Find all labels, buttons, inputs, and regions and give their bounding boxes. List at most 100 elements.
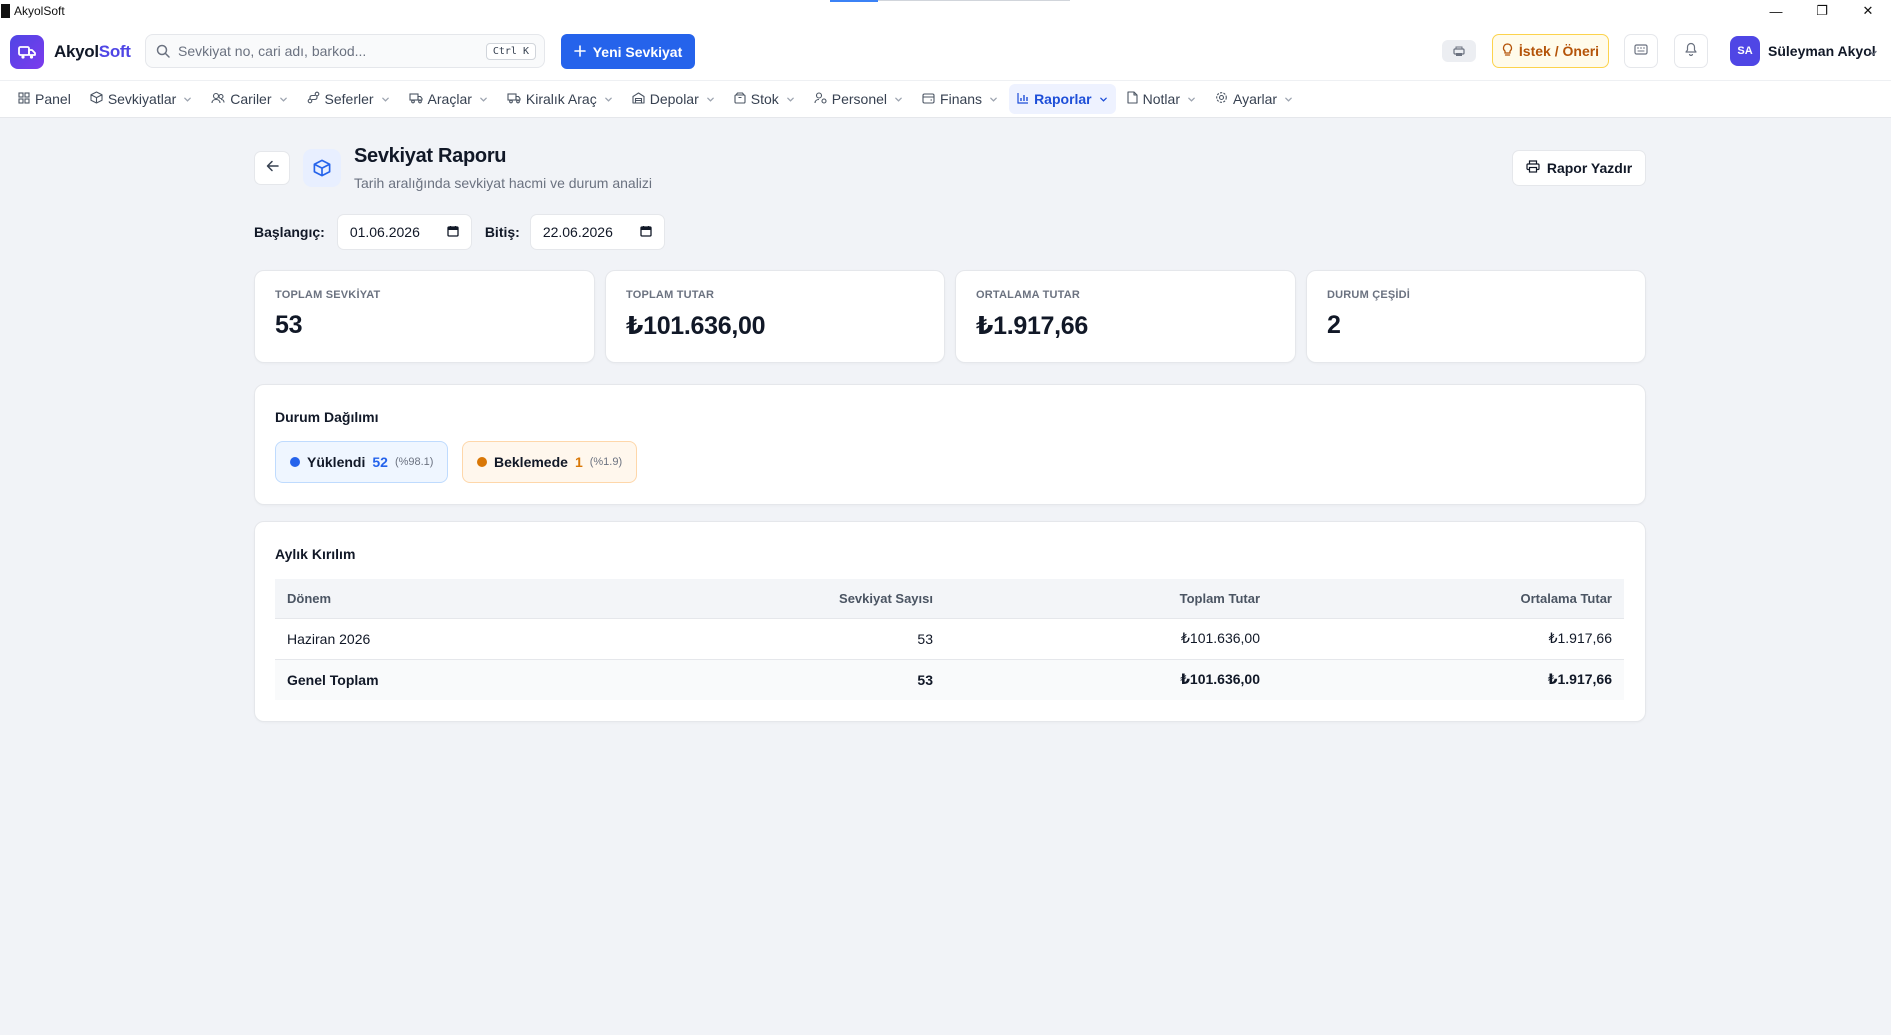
search-box[interactable]: Sevkiyat no, cari adı, barkod... Ctrl K (145, 34, 545, 68)
box-icon (734, 91, 746, 107)
search-shortcut-badge: Ctrl K (485, 42, 536, 60)
printer-status-chip[interactable] (1442, 40, 1476, 62)
status-dot (477, 457, 487, 467)
chevron-down-icon (989, 91, 998, 107)
file-icon (1127, 91, 1138, 107)
new-shipment-label: Yeni Sevkiyat (592, 43, 683, 60)
nav-item-seferler[interactable]: Seferler (299, 84, 398, 114)
section-title: Aylık Kırılım (275, 546, 356, 562)
chevron-down-icon (706, 91, 715, 107)
chevron-down-icon (786, 91, 795, 107)
chevron-down-icon (1187, 91, 1196, 107)
nav-label: Stok (750, 91, 779, 107)
truck-icon (408, 91, 423, 107)
search-input[interactable]: Sevkiyat no, cari adı, barkod... (178, 43, 486, 59)
table-cell: 53 (615, 659, 945, 700)
end-date-input[interactable]: 22.06.2026 (529, 214, 665, 250)
status-pill-pending[interactable]: Beklemede 1 (%1.9) (462, 441, 638, 483)
stat-label: ORTALAMA TUTAR (976, 289, 1081, 301)
section-title: Durum Dağılımı (275, 409, 379, 425)
chevron-down-icon (1099, 91, 1108, 107)
table-cell: ₺101.636,00 (945, 659, 1272, 700)
logo-icon[interactable] (10, 35, 44, 69)
nav-item-personel[interactable]: Personel (806, 84, 911, 114)
suggestion-label: İstek / Öneri (1518, 43, 1600, 59)
status-percent: (%98.1) (394, 456, 434, 468)
nav-label: Finans (940, 91, 983, 107)
column-header[interactable]: Ortalama Tutar (1272, 579, 1624, 619)
status-count: 1 (574, 454, 583, 470)
status-percent: (%1.9) (589, 456, 623, 468)
column-header[interactable]: Dönem (275, 579, 615, 619)
logo-accent: Soft (98, 42, 131, 61)
user-cog-icon (814, 91, 827, 107)
nav-item-panel[interactable]: Panel (10, 84, 79, 114)
warehouse-icon (632, 91, 645, 107)
status-distribution-card: Durum Dağılımı Yüklendi 52 (%98.1) Bekle… (254, 384, 1646, 505)
nav-label: Sevkiyatlar (107, 91, 177, 107)
column-header[interactable]: Sevkiyat Sayısı (615, 579, 945, 619)
nav-item-stok[interactable]: Stok (726, 84, 803, 114)
back-button[interactable] (254, 151, 290, 185)
chevron-down-icon (479, 91, 488, 107)
table-row[interactable]: Haziran 2026 53 ₺101.636,00 ₺1.917,66 (275, 618, 1624, 660)
keyboard-button[interactable] (1624, 34, 1658, 68)
nav-item-kiralik-arac[interactable]: Kiralık Araç (499, 84, 621, 114)
start-date-label: Başlangıç: (254, 224, 325, 240)
nav-item-depolar[interactable]: Depolar (624, 84, 723, 114)
wallet-icon (922, 91, 935, 107)
stat-value: 2 (1327, 311, 1341, 339)
status-name: Yüklendi (307, 454, 366, 470)
titlebar-divider (878, 0, 1070, 1)
stat-label: TOPLAM SEVKİYAT (275, 289, 381, 301)
nav-item-sevkiyatlar[interactable]: Sevkiyatlar (82, 84, 200, 114)
gear-icon (1215, 91, 1228, 107)
minimize-button[interactable]: — (1753, 0, 1799, 22)
stat-card-total-amount: TOPLAM TUTAR ₺101.636,00 (605, 270, 945, 363)
users-icon (211, 91, 225, 107)
avatar[interactable]: SA (1730, 36, 1760, 66)
chevron-down-icon (1284, 91, 1293, 107)
nav-item-cariler[interactable]: Cariler (203, 84, 295, 114)
start-date-value: 01.06.2026 (349, 224, 420, 240)
stat-value: ₺101.636,00 (626, 312, 766, 340)
chevron-down-icon (279, 91, 288, 107)
nav-label: Araçlar (427, 91, 472, 107)
nav-item-notlar[interactable]: Notlar (1119, 84, 1204, 114)
notifications-button[interactable] (1674, 34, 1708, 68)
table-cell: ₺101.636,00 (945, 618, 1272, 660)
logo-text[interactable]: AkyolSoft (54, 42, 131, 62)
stat-card-total-shipments: TOPLAM SEVKİYAT 53 (254, 270, 595, 363)
new-shipment-button[interactable]: Yeni Sevkiyat (561, 34, 695, 69)
suggestion-button[interactable]: İstek / Öneri (1492, 34, 1609, 68)
grid-icon (18, 91, 30, 107)
printer-icon (1526, 160, 1540, 176)
nav-item-raporlar[interactable]: Raporlar (1009, 84, 1116, 114)
start-date-input[interactable]: 01.06.2026 (336, 214, 472, 250)
nav-item-ayarlar[interactable]: Ayarlar (1207, 84, 1301, 114)
column-header[interactable]: Toplam Tutar (945, 579, 1272, 619)
nav-label: Kiralık Araç (525, 91, 597, 107)
calendar-icon[interactable] (640, 224, 652, 240)
table-header-row: Dönem Sevkiyat Sayısı Toplam Tutar Ortal… (275, 579, 1624, 619)
stat-card-average-amount: ORTALAMA TUTAR ₺1.917,66 (955, 270, 1296, 363)
nav-label: Panel (35, 91, 71, 107)
chevron-down-icon (183, 91, 192, 107)
page-subtitle: Tarih aralığında sevkiyat hacmi ve durum… (354, 175, 653, 191)
calendar-icon[interactable] (447, 224, 459, 240)
status-pill-loaded[interactable]: Yüklendi 52 (%98.1) (275, 441, 449, 483)
user-name[interactable]: Süleyman Akyol (1768, 43, 1876, 59)
nav-item-finans[interactable]: Finans (914, 84, 1006, 114)
app-header: AkyolSoft Sevkiyat no, cari adı, barkod.… (0, 22, 1891, 80)
lightbulb-icon (1502, 42, 1513, 60)
print-report-button[interactable]: Rapor Yazdır (1512, 150, 1646, 186)
nav-item-araclar[interactable]: Araçlar (401, 84, 496, 114)
search-icon (156, 44, 170, 58)
print-report-label: Rapor Yazdır (1546, 160, 1633, 176)
close-window-button[interactable]: ✕ (1845, 0, 1891, 22)
app-icon (1, 4, 10, 18)
maximize-button[interactable]: ❐ (1799, 0, 1845, 22)
nav-label: Ayarlar (1233, 91, 1278, 107)
chevron-down-icon[interactable] (1868, 45, 1878, 63)
monthly-table: Dönem Sevkiyat Sayısı Toplam Tutar Ortal… (275, 579, 1624, 700)
